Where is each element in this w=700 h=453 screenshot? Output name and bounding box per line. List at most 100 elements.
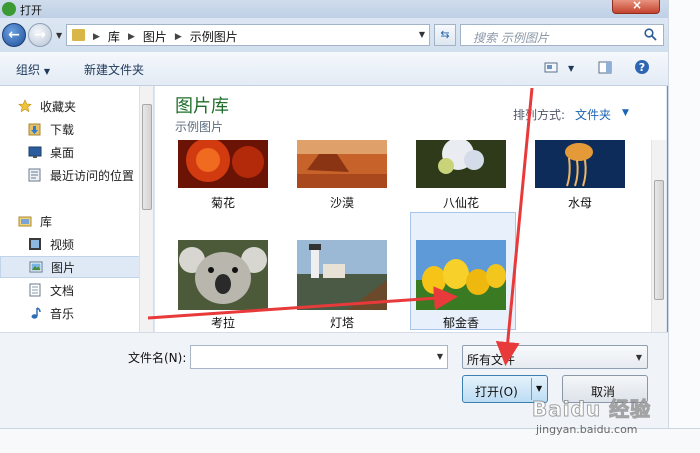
command-toolbar: 组织 ▼ 新建文件夹 ▼ ? (0, 52, 668, 86)
search-placeholder: 搜索 示例图片 (473, 31, 549, 45)
filename-label: 文件名(N): (128, 351, 187, 365)
download-icon (28, 123, 41, 136)
sidebar-item-documents[interactable]: 文档 (0, 279, 140, 301)
address-bar[interactable]: ▶ 库 ▶ 图片 ▶ 示例图片 ▼ (66, 24, 430, 46)
open-button-label: 打开(O) (475, 385, 518, 399)
preview-pane-icon[interactable] (598, 61, 612, 74)
library-icon (18, 216, 32, 227)
sidebar-item-label: 库 (40, 214, 53, 229)
sidebar-item-label: 桌面 (50, 145, 75, 160)
sidebar-item-label: 图片 (51, 260, 76, 275)
forward-button[interactable]: → (28, 23, 52, 47)
background-right-panel (668, 0, 700, 453)
close-icon: × (632, 0, 643, 12)
arrow-right-icon: → (34, 27, 46, 43)
new-folder-button[interactable]: 新建文件夹 (84, 61, 144, 78)
sidebar-item-label: 下载 (50, 122, 75, 137)
breadcrumb-item-pictures[interactable]: 图片 (143, 28, 167, 45)
breadcrumb-item-library[interactable]: 库 (108, 28, 120, 45)
chevron-down-icon: ▼ (43, 67, 50, 76)
sidebar-item-label: 音乐 (50, 306, 75, 321)
file-label-lighthouse[interactable]: 灯塔 (287, 314, 397, 331)
organize-button[interactable]: 组织 ▼ (16, 61, 50, 78)
thumbnail-hydrangeas[interactable] (416, 140, 506, 188)
music-icon (31, 307, 41, 319)
filetype-select[interactable]: 所有文件 ▼ (462, 345, 648, 369)
library-title: 图片库 (175, 96, 229, 117)
sidebar-item-desktop[interactable]: 桌面 (0, 141, 140, 163)
search-input[interactable]: 搜索 示例图片 (460, 24, 664, 46)
folder-icon (72, 29, 85, 41)
sidebar-item-pictures[interactable]: 图片 (0, 256, 140, 278)
watermark-main: Baidu 经验 (531, 397, 652, 422)
view-dropdown[interactable]: ▼ (568, 64, 574, 73)
navigation-pane: 收藏夹 下载 桌面 最近访问的位置 库 视频 图片 文档 音乐 (0, 86, 154, 332)
app-icon (2, 2, 16, 16)
open-options-dropdown[interactable]: ▼ (536, 384, 542, 393)
sidebar-item-label: 最近访问的位置 (50, 168, 135, 183)
thumbnail-koala[interactable] (178, 240, 268, 310)
file-label-hydrangeas[interactable]: 八仙花 (406, 194, 516, 211)
refresh-button[interactable]: ⇆ (434, 24, 456, 46)
chevron-down-icon: ▼ (635, 353, 642, 362)
filetype-value: 所有文件 (467, 353, 516, 367)
thumbnail-jellyfish[interactable] (535, 140, 625, 188)
window-title: 打开 (20, 4, 42, 17)
pictures-icon (29, 261, 43, 273)
svg-text:?: ? (639, 61, 645, 74)
sidebar-item-label: 视频 (50, 237, 75, 252)
refresh-icon: ⇆ (440, 28, 450, 41)
view-options-icon[interactable] (544, 61, 558, 74)
recent-places-icon (28, 168, 41, 182)
chevron-right-icon: ▶ (127, 31, 135, 42)
breadcrumb: ▶ 库 ▶ 图片 ▶ 示例图片 (93, 28, 238, 45)
arrange-by-dropdown[interactable]: 文件夹 (575, 106, 611, 123)
chevron-right-icon: ▶ (93, 31, 100, 42)
breadcrumb-item-sample-pictures[interactable]: 示例图片 (190, 28, 238, 45)
help-icon[interactable]: ? (634, 59, 650, 75)
file-label-tulips[interactable]: 郁金香 (406, 314, 516, 331)
back-button[interactable]: ← (2, 23, 26, 47)
open-file-dialog: 打开 × ← → ▼ ▶ 库 ▶ 图片 ▶ 示例图片 ▼ ⇆ 搜索 示例图片 组… (0, 0, 668, 428)
chevron-down-icon[interactable]: ▼ (437, 352, 443, 361)
sidebar-item-videos[interactable]: 视频 (0, 233, 140, 255)
desktop-icon (28, 146, 42, 158)
thumbnail-chrysanthemum[interactable] (178, 140, 268, 188)
chevron-down-icon[interactable]: ▼ (622, 108, 629, 118)
sidebar-item-library[interactable]: 库 (0, 210, 140, 232)
sidebar-item-favorites[interactable]: 收藏夹 (0, 95, 140, 117)
file-label-jellyfish[interactable]: 水母 (525, 194, 635, 211)
thumbnail-desert[interactable] (297, 140, 387, 188)
sidebar-item-label: 收藏夹 (40, 99, 77, 114)
chevron-right-icon: ▶ (174, 31, 182, 42)
thumbnail-lighthouse[interactable] (297, 240, 387, 310)
search-icon (644, 28, 657, 41)
navigation-bar: ← → ▼ ▶ 库 ▶ 图片 ▶ 示例图片 ▼ ⇆ 搜索 示例图片 (0, 18, 668, 52)
file-label-chrysanthemum[interactable]: 菊花 (168, 194, 278, 211)
sidebar-scrollbar[interactable] (139, 86, 153, 332)
thumbnail-grid: 菊花 沙漠 八仙花 水母 考拉 灯塔 郁金香 (155, 140, 651, 332)
watermark-url: jingyan.baidu.com (536, 423, 638, 436)
title-bar: 打开 × (0, 0, 668, 18)
sidebar-item-label: 文档 (50, 283, 75, 298)
arrange-by-label: 排列方式: (513, 108, 566, 122)
documents-icon (29, 283, 41, 297)
file-label-koala[interactable]: 考拉 (168, 314, 278, 331)
thumbnail-tulips[interactable] (416, 240, 506, 310)
content-scrollbar[interactable] (651, 140, 666, 332)
sidebar-item-music[interactable]: 音乐 (0, 302, 140, 324)
sidebar-item-downloads[interactable]: 下载 (0, 118, 140, 140)
star-icon (18, 99, 32, 113)
file-label-desert[interactable]: 沙漠 (287, 194, 397, 211)
file-list-pane: 图片库 示例图片 排列方式: 文件夹 ▼ 菊花 沙漠 八仙花 水母 考拉 灯塔 … (155, 86, 666, 332)
address-dropdown[interactable]: ▼ (419, 30, 425, 39)
video-icon (29, 238, 41, 250)
organize-label: 组织 (16, 63, 41, 77)
recent-pages-dropdown[interactable]: ▼ (56, 31, 62, 40)
arrow-left-icon: ← (8, 27, 20, 43)
sidebar-scroll-thumb[interactable] (142, 104, 152, 210)
content-scroll-thumb[interactable] (654, 180, 664, 300)
sidebar-item-recent-places[interactable]: 最近访问的位置 (0, 164, 140, 186)
close-button[interactable]: × (612, 0, 660, 14)
filename-field[interactable]: ▼ (190, 345, 448, 369)
